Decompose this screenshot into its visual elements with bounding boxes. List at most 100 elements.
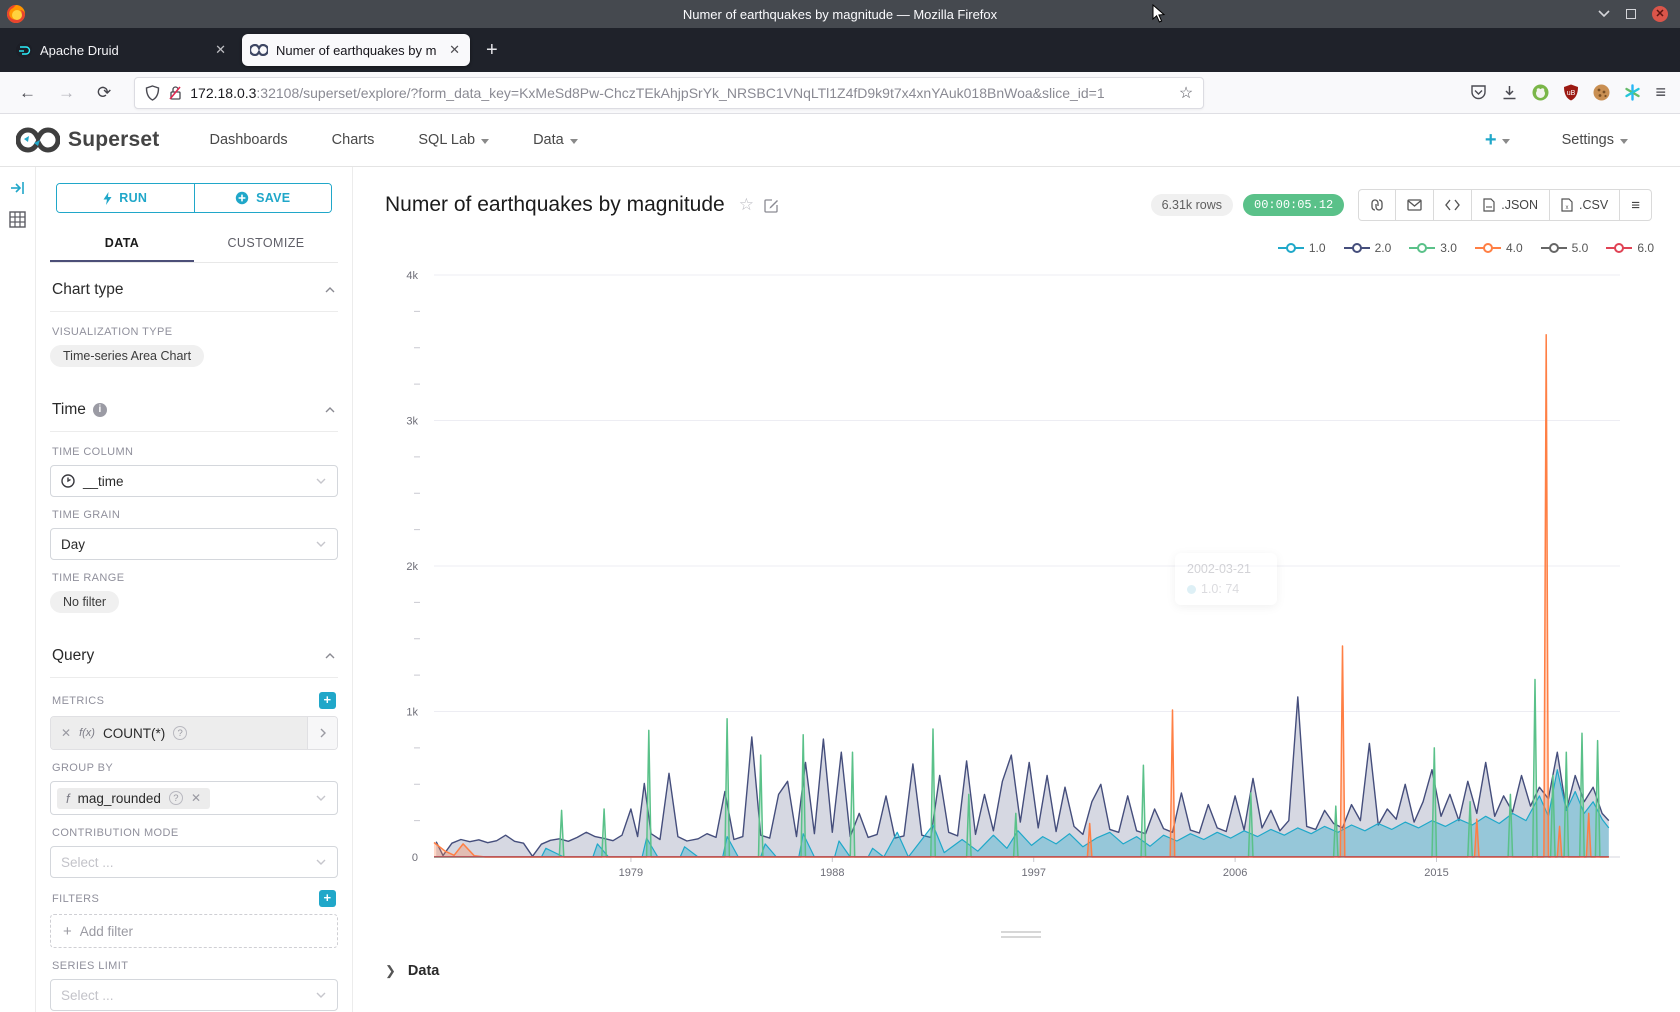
viz-type-label: VISUALIZATION TYPE bbox=[52, 326, 336, 338]
svg-text:2006: 2006 bbox=[1223, 867, 1247, 879]
tab-apache-druid[interactable]: Apache Druid ✕ bbox=[8, 34, 236, 66]
select-placeholder: Select ... bbox=[61, 988, 114, 1003]
legend-item-3.0[interactable]: 3.0 bbox=[1409, 241, 1457, 255]
pocket-icon[interactable] bbox=[1470, 84, 1487, 101]
menu-icon[interactable]: ≡ bbox=[1655, 82, 1666, 103]
tab-superset-chart[interactable]: Numer of earthquakes by m ✕ bbox=[242, 34, 470, 66]
close-tab-icon[interactable]: ✕ bbox=[213, 42, 228, 58]
permalink-button[interactable] bbox=[1359, 190, 1396, 220]
explore-panel: RUN SAVE DATA CUSTOMIZE Chart type VISUA… bbox=[36, 167, 353, 1012]
url-path: :32108/superset/explore/?form_data_key=K… bbox=[256, 85, 1104, 101]
bookmark-star-icon[interactable]: ☆ bbox=[1179, 83, 1193, 103]
chart-menu-button[interactable]: ≡ bbox=[1620, 190, 1651, 220]
metric-chip[interactable]: ✕ f(x) COUNT(*) ? bbox=[51, 717, 307, 749]
metric-expand[interactable] bbox=[307, 717, 337, 749]
url-text[interactable]: 172.18.0.3:32108/superset/explore/?form_… bbox=[190, 85, 1171, 101]
legend-item-6.0[interactable]: 6.0 bbox=[1606, 241, 1654, 255]
file-icon bbox=[1483, 198, 1495, 212]
nav-sql-lab[interactable]: SQL Lab bbox=[396, 132, 511, 148]
insecure-lock-icon[interactable] bbox=[168, 85, 182, 101]
nav-settings[interactable]: Settings bbox=[1540, 132, 1650, 148]
greasemonkey-icon[interactable] bbox=[1532, 84, 1549, 101]
new-tab-button[interactable]: + bbox=[476, 39, 508, 62]
svg-text:uB: uB bbox=[1567, 90, 1576, 97]
export-csv-button[interactable]: x .CSV bbox=[1550, 190, 1620, 220]
filters-label-text: FILTERS bbox=[52, 893, 99, 905]
group-by-label: GROUP BY bbox=[52, 762, 336, 774]
collapse-panel-icon[interactable] bbox=[10, 181, 26, 195]
url-bar[interactable]: 172.18.0.3:32108/superset/explore/?form_… bbox=[134, 77, 1204, 109]
time-column-label: TIME COLUMN bbox=[52, 446, 336, 458]
cookie-icon[interactable] bbox=[1593, 84, 1610, 101]
time-grain-select[interactable]: Day bbox=[50, 528, 338, 560]
group-by-chip[interactable]: f mag_rounded ? ✕ bbox=[57, 788, 210, 809]
superset-brand[interactable]: Superset bbox=[16, 127, 159, 153]
add-metric-button[interactable]: + bbox=[319, 692, 336, 709]
file-x-icon: x bbox=[1561, 198, 1573, 212]
legend-item-2.0[interactable]: 2.0 bbox=[1344, 241, 1392, 255]
section-time[interactable]: Time i bbox=[50, 387, 338, 432]
help-icon: ? bbox=[173, 726, 187, 740]
time-column-select[interactable]: __time bbox=[50, 465, 338, 497]
tab-customize[interactable]: CUSTOMIZE bbox=[194, 227, 338, 262]
time-range-pill[interactable]: No filter bbox=[50, 591, 119, 613]
run-button[interactable]: RUN bbox=[57, 184, 195, 212]
add-filter-plus-button[interactable]: + bbox=[319, 890, 336, 907]
legend-item-4.0[interactable]: 4.0 bbox=[1475, 241, 1523, 255]
forward-icon[interactable]: → bbox=[49, 83, 84, 103]
tab-data[interactable]: DATA bbox=[50, 227, 194, 262]
nav-charts[interactable]: Charts bbox=[310, 132, 397, 148]
legend-marker-icon bbox=[1475, 243, 1501, 253]
close-tab-icon[interactable]: ✕ bbox=[447, 42, 462, 58]
chevron-down-icon bbox=[1502, 139, 1510, 144]
svg-text:2k: 2k bbox=[406, 561, 418, 573]
extension-asterisk-icon[interactable] bbox=[1624, 84, 1641, 101]
remove-metric-icon[interactable]: ✕ bbox=[61, 726, 71, 740]
back-icon[interactable]: ← bbox=[10, 83, 45, 103]
timeseries-chart[interactable]: 01k2k3k4k19791988199720062015 bbox=[383, 262, 1643, 887]
download-icon[interactable] bbox=[1501, 84, 1518, 101]
dataset-grid-icon[interactable] bbox=[9, 211, 26, 228]
maximize-icon[interactable] bbox=[1626, 9, 1636, 19]
viz-type-pill[interactable]: Time-series Area Chart bbox=[50, 345, 204, 367]
nav-data[interactable]: Data bbox=[511, 132, 600, 148]
remove-chip-icon[interactable]: ✕ bbox=[191, 791, 201, 805]
chart-panel: Numer of earthquakes by magnitude ☆ 6.31… bbox=[353, 167, 1680, 1012]
embed-code-button[interactable] bbox=[1434, 190, 1472, 220]
ublock-icon[interactable]: uB bbox=[1563, 84, 1579, 101]
shield-icon[interactable] bbox=[145, 85, 160, 101]
filters-label: FILTERS + bbox=[52, 890, 336, 907]
metric-control[interactable]: ✕ f(x) COUNT(*) ? bbox=[50, 716, 338, 750]
contribution-mode-select[interactable]: Select ... bbox=[50, 846, 338, 878]
legend-marker-icon bbox=[1344, 243, 1370, 253]
legend-item-5.0[interactable]: 5.0 bbox=[1541, 241, 1589, 255]
window-title: Numer of earthquakes by magnitude — Mozi… bbox=[0, 7, 1680, 22]
email-button[interactable] bbox=[1396, 190, 1434, 220]
pane-drag-handle[interactable] bbox=[1001, 931, 1041, 941]
chart-title: Numer of earthquakes by magnitude bbox=[385, 193, 725, 217]
chevron-down-icon bbox=[315, 856, 327, 868]
new-button[interactable]: + bbox=[1485, 129, 1510, 152]
chevron-up-icon bbox=[324, 404, 336, 416]
minimize-icon[interactable] bbox=[1598, 10, 1610, 18]
edit-title-icon[interactable] bbox=[764, 198, 779, 213]
save-button[interactable]: SAVE bbox=[195, 184, 332, 212]
close-window-icon[interactable]: ✕ bbox=[1652, 6, 1668, 22]
url-host: 172.18.0.3 bbox=[190, 85, 256, 101]
favorite-star-icon[interactable]: ☆ bbox=[739, 195, 754, 215]
time-grain-value: Day bbox=[61, 537, 85, 552]
section-query[interactable]: Query bbox=[50, 633, 338, 678]
code-icon bbox=[1445, 199, 1460, 211]
legend-marker-icon bbox=[1409, 243, 1435, 253]
rows-badge: 6.31k rows bbox=[1151, 194, 1233, 216]
section-chart-type[interactable]: Chart type bbox=[50, 267, 338, 312]
legend-item-1.0[interactable]: 1.0 bbox=[1278, 241, 1326, 255]
export-json-button[interactable]: .JSON bbox=[1472, 190, 1550, 220]
series-limit-select[interactable]: Select ... bbox=[50, 979, 338, 1011]
data-section-header[interactable]: ❯ Data bbox=[353, 953, 1680, 979]
nav-dashboards[interactable]: Dashboards bbox=[187, 132, 309, 148]
group-by-value: mag_rounded bbox=[78, 791, 161, 806]
group-by-select[interactable]: f mag_rounded ? ✕ bbox=[50, 781, 338, 815]
add-filter-box[interactable]: + Add filter bbox=[50, 914, 338, 948]
reload-icon[interactable]: ⟳ bbox=[88, 83, 120, 103]
